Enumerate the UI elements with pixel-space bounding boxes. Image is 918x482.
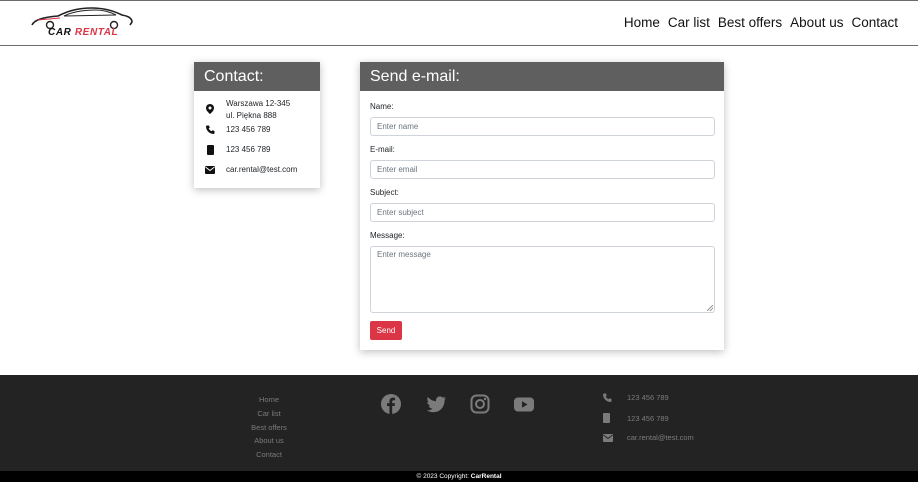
copyright-brand[interactable]: CarRental bbox=[471, 473, 502, 480]
footer-phone: 123 456 789 bbox=[627, 393, 669, 402]
map-marker-icon bbox=[206, 104, 214, 114]
copyright-bar: © 2023 Copyright: CarRental bbox=[0, 471, 918, 482]
nav-about-us[interactable]: About us bbox=[790, 15, 843, 30]
footer-link-about-us[interactable]: About us bbox=[240, 434, 298, 448]
contact-card: Contact: Warszawa 12-345 ul. Piękna 888 … bbox=[194, 62, 320, 188]
message-label: Message: bbox=[370, 231, 405, 240]
contact-email-row: car.rental@test.com bbox=[194, 164, 320, 176]
footer-phone-icon bbox=[603, 393, 612, 402]
phone-icon bbox=[205, 125, 214, 134]
mobile-phone-icon bbox=[206, 145, 214, 155]
logo-text: CAR RENTAL bbox=[48, 27, 118, 38]
subject-input[interactable]: Enter subject bbox=[370, 203, 715, 222]
contact-email: car.rental@test.com bbox=[226, 165, 298, 174]
message-placeholder: Enter message bbox=[377, 250, 431, 259]
send-email-title: Send e-mail: bbox=[360, 62, 724, 91]
footer-mobile: 123 456 789 bbox=[627, 413, 669, 423]
contact-mobile: 123 456 789 bbox=[226, 145, 271, 154]
footer-link-best-offers[interactable]: Best offers bbox=[240, 421, 298, 435]
footer-email-row: car.rental@test.com bbox=[603, 433, 694, 442]
footer-link-car-list[interactable]: Car list bbox=[240, 407, 298, 421]
name-label: Name: bbox=[370, 102, 394, 111]
contact-mobile-row: 123 456 789 bbox=[194, 144, 320, 156]
logo-word-car: CAR bbox=[48, 27, 72, 38]
twitter-icon[interactable] bbox=[425, 393, 447, 415]
contact-card-title: Contact: bbox=[194, 62, 320, 91]
footer-mobile-phone-icon bbox=[603, 413, 610, 423]
envelope-icon bbox=[205, 166, 215, 174]
email-label: E-mail: bbox=[370, 145, 395, 154]
email-input[interactable]: Enter email bbox=[370, 160, 715, 179]
logo-word-rental: RENTAL bbox=[74, 27, 119, 38]
footer-phone-row: 123 456 789 bbox=[603, 393, 669, 402]
footer-envelope-icon bbox=[603, 433, 613, 442]
textarea-resize-handle[interactable] bbox=[707, 305, 713, 311]
nav-car-list[interactable]: Car list bbox=[668, 15, 710, 30]
nav-home[interactable]: Home bbox=[624, 15, 660, 30]
send-email-card: Send e-mail: Name: Enter name E-mail: En… bbox=[360, 62, 724, 350]
car-rental-logo[interactable]: CAR RENTAL bbox=[30, 6, 134, 42]
youtube-icon[interactable] bbox=[513, 393, 535, 415]
contact-phone-row: 123 456 789 bbox=[194, 124, 320, 136]
footer-mobile-row: 123 456 789 bbox=[603, 413, 669, 423]
subject-label: Subject: bbox=[370, 188, 399, 197]
message-textarea[interactable]: Enter message bbox=[370, 246, 715, 313]
nav-contact[interactable]: Contact bbox=[851, 15, 898, 30]
contact-address-row: Warszawa 12-345 ul. Piękna 888 bbox=[194, 98, 320, 122]
footer-link-contact[interactable]: Contact bbox=[240, 448, 298, 462]
footer: Home Car list Best offers About us Conta… bbox=[0, 375, 918, 471]
contact-address-line2: ul. Piękna 888 bbox=[226, 111, 277, 120]
footer-email: car.rental@test.com bbox=[627, 433, 694, 442]
navbar: CAR RENTAL Home Car list Best offers Abo… bbox=[0, 0, 918, 46]
footer-links: Home Car list Best offers About us Conta… bbox=[240, 393, 298, 462]
instagram-icon[interactable] bbox=[469, 393, 491, 415]
send-button[interactable]: Send bbox=[370, 321, 402, 340]
contact-address-line1: Warszawa 12-345 bbox=[226, 99, 291, 108]
contact-phone: 123 456 789 bbox=[226, 125, 271, 134]
copyright-text: © 2023 Copyright: bbox=[416, 473, 469, 480]
nav-links: Home Car list Best offers About us Conta… bbox=[624, 15, 898, 30]
footer-link-home[interactable]: Home bbox=[240, 393, 298, 407]
nav-best-offers[interactable]: Best offers bbox=[718, 15, 782, 30]
facebook-icon[interactable] bbox=[380, 393, 402, 415]
name-input[interactable]: Enter name bbox=[370, 117, 715, 136]
